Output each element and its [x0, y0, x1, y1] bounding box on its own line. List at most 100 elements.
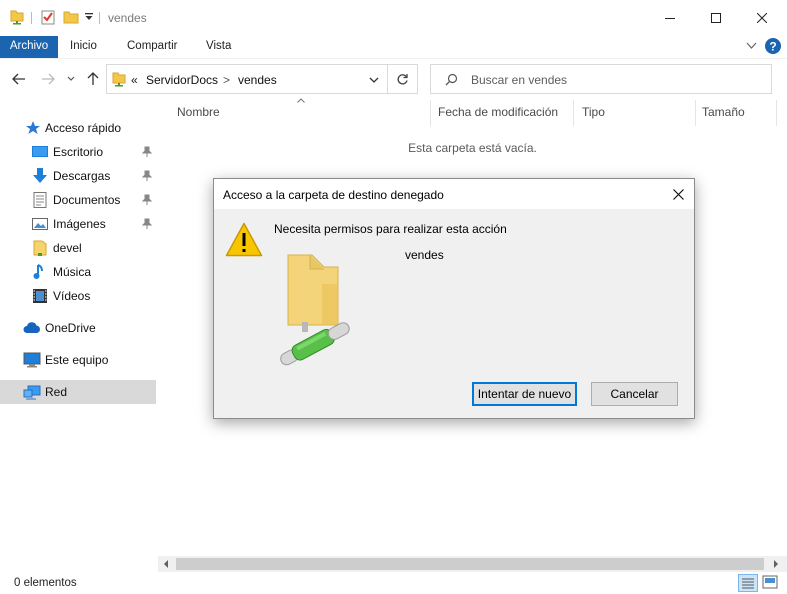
sidebar-item-label: Escritorio: [53, 145, 104, 159]
maximize-button[interactable]: [693, 0, 739, 36]
column-divider[interactable]: [776, 100, 777, 126]
column-divider[interactable]: [430, 100, 431, 126]
sidebar-item-documentos[interactable]: Documentos: [0, 188, 156, 212]
search-icon: [445, 73, 458, 86]
address-bar[interactable]: « ServidorDocs > vendes: [106, 64, 388, 94]
sidebar-item-label: Descargas: [53, 169, 111, 183]
pin-icon: [142, 170, 152, 181]
help-icon[interactable]: ?: [765, 38, 781, 54]
status-bar: 0 elementos: [0, 572, 787, 594]
search-box[interactable]: Buscar en vendes: [430, 64, 772, 94]
sidebar-item-musica[interactable]: Música: [0, 260, 156, 284]
details-view-icon[interactable]: [738, 574, 758, 592]
videos-icon: [32, 288, 48, 304]
warning-icon: [225, 222, 263, 257]
back-button[interactable]: [8, 68, 30, 90]
refresh-button[interactable]: [388, 64, 418, 94]
breadcrumb-overflow[interactable]: «: [131, 73, 138, 87]
column-header-size[interactable]: Tamaño: [702, 105, 745, 119]
column-divider[interactable]: [695, 100, 696, 126]
sidebar-item-label: Documentos: [53, 193, 121, 207]
horizontal-scrollbar[interactable]: [158, 556, 787, 572]
ribbon: Archivo Inicio Compartir Vista ?: [0, 36, 787, 58]
tab-vista[interactable]: Vista: [206, 36, 231, 58]
sidebar-item-label: OneDrive: [45, 321, 96, 335]
sidebar-item-onedrive[interactable]: OneDrive: [0, 316, 156, 340]
star-icon: [25, 120, 41, 136]
sidebar-item-escritorio[interactable]: Escritorio: [0, 140, 156, 164]
svg-text:?: ?: [769, 40, 776, 54]
scrollbar-thumb[interactable]: [176, 558, 764, 570]
tab-inicio[interactable]: Inicio: [70, 36, 97, 58]
sidebar-item-label: Música: [53, 265, 92, 279]
sidebar-item-label: devel: [53, 241, 82, 255]
sidebar-item-este-equipo[interactable]: Este equipo: [0, 348, 156, 372]
sidebar-item-videos[interactable]: Vídeos: [0, 284, 156, 308]
forward-button[interactable]: [37, 68, 59, 90]
tab-compartir[interactable]: Compartir: [127, 36, 177, 58]
folder-icon: [32, 240, 48, 256]
pin-icon: [142, 194, 152, 205]
tab-archivo[interactable]: Archivo: [0, 36, 58, 58]
window-title: vendes: [108, 11, 147, 25]
sidebar-item-label: Imágenes: [53, 217, 106, 231]
retry-button[interactable]: Intentar de nuevo: [472, 382, 577, 406]
network-folder-icon: [112, 71, 126, 87]
dialog-folder-name: vendes: [405, 248, 444, 262]
dialog-title-bar: Acceso a la carpeta de destino denegado: [214, 179, 694, 209]
sidebar-item-acceso-rapido[interactable]: Acceso rápido: [0, 116, 156, 140]
new-folder-icon[interactable]: [63, 9, 79, 25]
breadcrumb-separator[interactable]: >: [223, 73, 230, 87]
sidebar-item-devel[interactable]: devel: [0, 236, 156, 260]
computer-icon: [23, 352, 41, 368]
navigation-bar: « ServidorDocs > vendes Buscar en vendes: [0, 58, 787, 98]
up-button[interactable]: [82, 68, 104, 90]
download-icon: [32, 168, 48, 184]
minimize-button[interactable]: [647, 0, 693, 36]
address-dropdown-icon[interactable]: [369, 77, 379, 84]
network-folder-icon: [10, 9, 24, 25]
customize-qa-icon[interactable]: [85, 13, 93, 21]
item-count: 0 elementos: [14, 577, 77, 589]
sidebar-item-descargas[interactable]: Descargas: [0, 164, 156, 188]
pictures-icon: [32, 216, 48, 232]
close-button[interactable]: [739, 0, 785, 36]
dialog-close-button[interactable]: [666, 183, 690, 205]
desktop-icon: [32, 144, 48, 160]
dialog-title: Acceso a la carpeta de destino denegado: [223, 188, 444, 202]
sidebar-item-label: Este equipo: [45, 353, 109, 367]
cloud-icon: [23, 320, 40, 336]
properties-icon[interactable]: [41, 9, 55, 25]
sort-ascending-icon: [297, 98, 305, 103]
empty-folder-message: Esta carpeta está vacía.: [408, 141, 537, 155]
sidebar-item-label: Vídeos: [53, 289, 91, 303]
recent-locations-icon[interactable]: [62, 68, 80, 90]
title-bar: vendes: [0, 0, 787, 36]
expand-ribbon-icon[interactable]: [746, 42, 757, 50]
access-denied-dialog: Acceso a la carpeta de destino denegado …: [213, 178, 695, 419]
network-icon: [23, 384, 41, 400]
scroll-right-icon[interactable]: [773, 560, 779, 568]
title-divider: [99, 12, 100, 24]
qa-divider: [31, 12, 32, 24]
column-header-name[interactable]: Nombre: [177, 105, 220, 119]
column-header-type[interactable]: Tipo: [582, 105, 605, 119]
music-icon: [32, 264, 48, 280]
dialog-message: Necesita permisos para realizar esta acc…: [274, 222, 507, 236]
pin-icon: [142, 218, 152, 229]
breadcrumb-vendes[interactable]: vendes: [238, 73, 277, 87]
sidebar-item-label: Acceso rápido: [45, 121, 122, 135]
navigation-pane: Acceso rápido Escritorio Descargas Docum…: [0, 98, 158, 570]
sidebar-item-imagenes[interactable]: Imágenes: [0, 212, 156, 236]
column-header-modified[interactable]: Fecha de modificación: [438, 105, 558, 119]
sidebar-item-label: Red: [45, 385, 68, 399]
network-folder-icon: [274, 252, 370, 367]
sidebar-item-red[interactable]: Red: [0, 380, 156, 404]
large-icons-view-icon[interactable]: [762, 575, 778, 589]
column-divider[interactable]: [573, 100, 574, 126]
cancel-button[interactable]: Cancelar: [591, 382, 678, 406]
pin-icon: [142, 146, 152, 157]
scroll-left-icon[interactable]: [163, 560, 169, 568]
documents-icon: [32, 192, 48, 208]
breadcrumb-servidordocs[interactable]: ServidorDocs: [146, 73, 218, 87]
